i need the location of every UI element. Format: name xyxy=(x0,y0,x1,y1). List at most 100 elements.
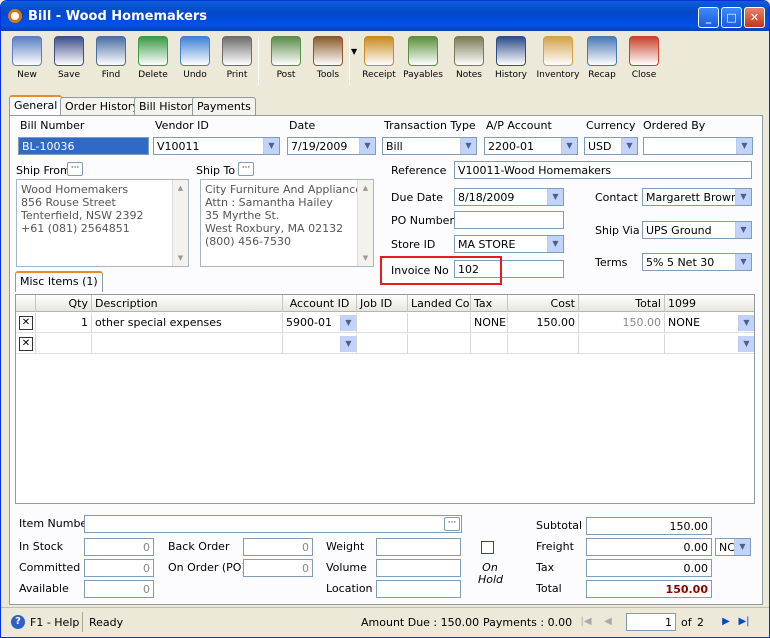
close-button[interactable]: Close xyxy=(622,33,666,89)
cell-description[interactable]: other special expenses xyxy=(92,313,283,333)
chevron-down-icon[interactable]: ▼ xyxy=(736,138,752,154)
transaction-type-field[interactable]: Bill ▼ xyxy=(382,137,477,155)
save-button[interactable]: Save xyxy=(47,33,91,89)
delete-button[interactable]: Delete xyxy=(131,33,175,89)
history-button[interactable]: History xyxy=(489,33,533,89)
undo-button[interactable]: Undo xyxy=(173,33,217,89)
page-number-field[interactable]: 1 xyxy=(626,613,676,631)
tab-payments[interactable]: Payments xyxy=(192,97,256,115)
cell-job-id[interactable] xyxy=(357,334,408,354)
cell-tax[interactable]: NONE xyxy=(471,313,508,333)
delete-row-icon[interactable]: ✕ xyxy=(19,337,33,351)
scroll-down-icon[interactable]: ▼ xyxy=(174,251,187,265)
post-button[interactable]: Post xyxy=(264,33,308,89)
cell-landed-cost[interactable] xyxy=(408,313,471,333)
cell-landed-cost[interactable] xyxy=(408,334,471,354)
tab-order-history[interactable]: Order History xyxy=(60,97,144,115)
chevron-down-icon[interactable]: ▼ xyxy=(547,189,563,205)
help-icon[interactable]: ? xyxy=(11,615,25,629)
reference-field[interactable]: V10011-Wood Homemakers xyxy=(454,161,752,179)
last-record-icon[interactable]: ▶| xyxy=(737,615,751,629)
ship-to-address[interactable]: City Furniture And Appliance Attn : Sama… xyxy=(200,179,374,267)
delete-row-icon[interactable]: ✕ xyxy=(19,316,33,330)
cell-qty[interactable]: 1 xyxy=(36,313,92,333)
ship-to-lookup-icon[interactable]: ··· xyxy=(238,162,254,176)
table-row[interactable]: ✕ 1 other special expenses 5900-01 ▼ NONE… xyxy=(16,313,754,333)
tools-button[interactable]: Tools xyxy=(306,33,350,89)
item-lookup-icon[interactable]: ··· xyxy=(444,517,460,531)
date-field[interactable]: 7/19/2009 ▼ xyxy=(287,137,376,155)
cell-job-id[interactable] xyxy=(357,313,408,333)
col-account-id[interactable]: Account ID xyxy=(283,295,357,312)
col-qty[interactable]: Qty xyxy=(36,295,92,312)
chevron-down-icon[interactable]: ▼ xyxy=(735,222,751,238)
chevron-down-icon[interactable]: ▼ xyxy=(460,138,476,154)
cell-tax[interactable] xyxy=(471,334,508,354)
recap-button[interactable]: Recap xyxy=(580,33,624,89)
first-record-icon[interactable]: |◀ xyxy=(579,615,593,629)
scroll-up-icon[interactable]: ▲ xyxy=(359,181,372,195)
cell-1099[interactable]: ▼ xyxy=(665,334,754,354)
maximize-icon[interactable]: □ xyxy=(721,7,742,28)
scroll-down-icon[interactable]: ▼ xyxy=(359,251,372,265)
cell-account-id[interactable]: ▼ xyxy=(283,334,357,354)
chevron-down-icon[interactable]: ▼ xyxy=(340,336,356,352)
scrollbar[interactable]: ▲ ▼ xyxy=(172,180,188,266)
previous-record-icon[interactable]: ◀ xyxy=(601,615,615,629)
item-number-field[interactable]: ··· xyxy=(84,515,462,533)
col-1099[interactable]: 1099 xyxy=(665,295,754,312)
chevron-down-icon[interactable]: ▼ xyxy=(340,315,356,331)
on-hold-checkbox[interactable] xyxy=(481,541,494,554)
scrollbar[interactable]: ▲ ▼ xyxy=(357,180,373,266)
store-id-field[interactable]: MA STORE ▼ xyxy=(454,235,564,253)
receipt-button[interactable]: Receipt xyxy=(357,33,401,89)
col-cost[interactable]: Cost xyxy=(508,295,579,312)
terms-field[interactable]: 5% 5 Net 30 ▼ xyxy=(642,253,752,271)
help-text[interactable]: F1 - Help xyxy=(30,616,79,629)
bill-number-field[interactable]: BL-10036 xyxy=(18,137,149,155)
freight-field[interactable]: 0.00 xyxy=(586,538,712,556)
close-icon[interactable]: ✕ xyxy=(744,7,765,28)
chevron-down-icon[interactable]: ▼ xyxy=(735,254,751,270)
notes-button[interactable]: Notes xyxy=(447,33,491,89)
freight-code-field[interactable]: NC ▼ xyxy=(715,538,751,556)
find-button[interactable]: Find xyxy=(89,33,133,89)
po-number-field[interactable] xyxy=(454,211,564,229)
due-date-field[interactable]: 8/18/2009 ▼ xyxy=(454,188,564,206)
currency-field[interactable]: USD ▼ xyxy=(584,137,638,155)
chevron-down-icon[interactable]: ▼ xyxy=(547,236,563,252)
ap-account-field[interactable]: 2200-01 ▼ xyxy=(484,137,578,155)
chevron-down-icon[interactable]: ▼ xyxy=(734,539,750,555)
ordered-by-field[interactable]: ▼ xyxy=(643,137,753,155)
tab-general[interactable]: General xyxy=(9,95,63,116)
chevron-down-icon[interactable]: ▼ xyxy=(738,315,754,331)
next-record-icon[interactable]: ▶ xyxy=(719,615,733,629)
ship-from-lookup-icon[interactable]: ··· xyxy=(67,162,83,176)
chevron-down-icon[interactable]: ▼ xyxy=(735,189,751,205)
chevron-down-icon[interactable]: ▼ xyxy=(738,336,754,352)
chevron-down-icon[interactable]: ▼ xyxy=(621,138,637,154)
contact-field[interactable]: Margarett Brown ▼ xyxy=(642,188,752,206)
inventory-button[interactable]: Inventory xyxy=(536,33,580,89)
chevron-down-icon[interactable]: ▼ xyxy=(561,138,577,154)
chevron-down-icon[interactable]: ▼ xyxy=(359,138,375,154)
chevron-down-icon[interactable]: ▼ xyxy=(263,138,279,154)
cell-description[interactable] xyxy=(92,334,283,354)
new-button[interactable]: New xyxy=(5,33,49,89)
ship-from-address[interactable]: Wood Homemakers 856 Rouse Street Tenterf… xyxy=(16,179,189,267)
payables-button[interactable]: Payables xyxy=(401,33,445,89)
scroll-up-icon[interactable]: ▲ xyxy=(174,181,187,195)
ship-via-field[interactable]: UPS Ground ▼ xyxy=(642,221,752,239)
cell-qty[interactable] xyxy=(36,334,92,354)
minimize-icon[interactable]: _ xyxy=(698,7,719,28)
print-button[interactable]: Print xyxy=(215,33,259,89)
cell-cost[interactable]: 150.00 xyxy=(508,313,579,333)
table-row[interactable]: ✕ ▼ ▼ xyxy=(16,334,754,354)
cell-cost[interactable] xyxy=(508,334,579,354)
cell-1099[interactable]: NONE ▼ xyxy=(665,313,754,333)
col-tax[interactable]: Tax xyxy=(471,295,508,312)
col-landed-cost[interactable]: Landed Cos xyxy=(408,295,471,312)
tab-misc-items[interactable]: Misc Items (1) xyxy=(15,271,103,292)
col-description[interactable]: Description xyxy=(92,295,283,312)
col-total[interactable]: Total xyxy=(579,295,665,312)
